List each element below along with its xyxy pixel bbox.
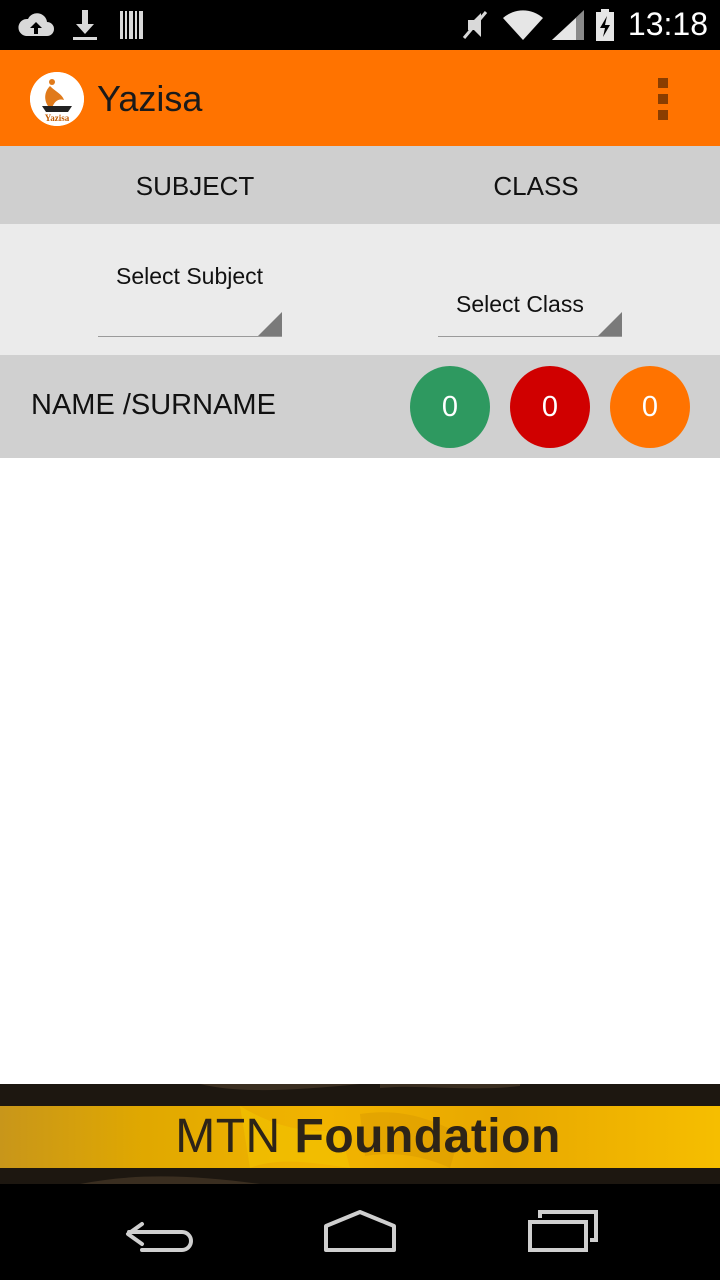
dropdown-arrow-icon bbox=[258, 312, 282, 336]
roster-header: NAME /SURNAME 0 0 0 bbox=[0, 355, 720, 458]
battery-charging-icon bbox=[596, 9, 614, 41]
download-icon bbox=[73, 10, 97, 40]
banner-text-bold: Foundation bbox=[294, 1110, 561, 1163]
wifi-icon bbox=[503, 10, 543, 40]
banner-text: MTN Foundation bbox=[0, 1106, 720, 1168]
navigation-bar bbox=[0, 1184, 720, 1280]
subject-spinner-value: Select Subject bbox=[116, 263, 264, 289]
banner-text-light: MTN bbox=[175, 1110, 295, 1163]
sponsor-banner[interactable]: MTN Foundation bbox=[0, 1084, 720, 1184]
app-logo[interactable]: Yazisa bbox=[30, 72, 84, 126]
late-count-badge[interactable]: 0 bbox=[610, 366, 690, 448]
mute-icon bbox=[462, 11, 488, 39]
status-time: 13:18 bbox=[627, 6, 708, 42]
class-spinner-value: Select Class bbox=[456, 291, 584, 317]
dropdown-arrow-icon bbox=[598, 312, 622, 336]
cloud-upload-icon bbox=[18, 13, 54, 36]
name-surname-label: NAME /SURNAME bbox=[31, 389, 276, 421]
subject-spinner[interactable]: Select Subject bbox=[98, 224, 282, 337]
present-count-badge[interactable]: 0 bbox=[410, 366, 490, 448]
yazisa-logo-icon: Yazisa bbox=[30, 72, 84, 126]
recents-icon[interactable] bbox=[524, 1202, 604, 1262]
class-label: CLASS bbox=[493, 171, 579, 201]
app-title: Yazisa bbox=[97, 78, 203, 119]
absent-count-badge[interactable]: 0 bbox=[510, 366, 590, 448]
student-list[interactable] bbox=[0, 458, 720, 1084]
signal-icon bbox=[552, 10, 584, 40]
svg-text:Yazisa: Yazisa bbox=[45, 113, 70, 123]
status-bar: 13:18 bbox=[0, 0, 720, 50]
filter-label-row: SUBJECT CLASS bbox=[0, 146, 720, 224]
home-icon[interactable] bbox=[320, 1202, 400, 1262]
back-icon[interactable] bbox=[120, 1202, 200, 1262]
overflow-menu-icon[interactable] bbox=[648, 74, 680, 124]
subject-label: SUBJECT bbox=[135, 171, 255, 201]
barcode-icon bbox=[120, 11, 143, 39]
filter-spinner-row: Select Subject Select Class bbox=[0, 224, 720, 355]
app-bar: Yazisa Yazisa bbox=[0, 50, 720, 146]
class-spinner[interactable]: Select Class bbox=[438, 224, 622, 337]
